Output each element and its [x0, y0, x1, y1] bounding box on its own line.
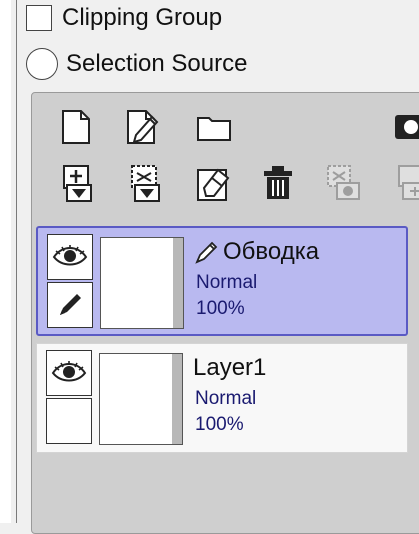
- new-linework-layer-icon: [127, 110, 159, 144]
- eye-icon: [51, 361, 87, 382]
- clipping-group-checkbox[interactable]: [26, 5, 52, 31]
- layer-thumbnail: [100, 237, 184, 329]
- add-mask-button[interactable]: [388, 161, 419, 205]
- delete-layer-icon: [264, 166, 292, 199]
- pen-icon: [60, 294, 81, 315]
- delete-layer-button[interactable]: [256, 161, 300, 205]
- apply-mask-icon: [327, 165, 360, 200]
- clear-layer-button[interactable]: [192, 161, 236, 205]
- layer-toolbar-row-1: [32, 101, 419, 157]
- layer-toolbar-row-2: [32, 157, 419, 213]
- linework-indicator[interactable]: [46, 398, 92, 444]
- selection-source-label: Selection Source: [66, 50, 248, 77]
- selection-source-radio[interactable]: [26, 48, 58, 80]
- layer-blend-mode: Normal: [196, 272, 258, 293]
- new-linework-layer-button[interactable]: [122, 105, 166, 149]
- linework-pen-icon: [195, 241, 218, 264]
- layer-opacity: 100%: [195, 414, 244, 435]
- apply-mask-button[interactable]: [322, 161, 366, 205]
- new-layer-icon: [62, 110, 90, 144]
- merge-down-icon: [131, 165, 160, 202]
- new-folder-icon: [197, 117, 231, 141]
- new-layer-button[interactable]: [54, 105, 98, 149]
- visibility-toggle[interactable]: [47, 234, 93, 280]
- mask-icon: [395, 115, 419, 139]
- linework-indicator[interactable]: [47, 282, 93, 328]
- layer-opacity: 100%: [196, 298, 245, 319]
- layer-panel: Обводка Normal 100% Layer1 Normal 100%: [31, 92, 419, 534]
- transfer-down-icon: [63, 165, 92, 202]
- add-mask-icon: [398, 165, 419, 200]
- merge-down-button[interactable]: [124, 161, 168, 205]
- window-edge: [0, 0, 11, 523]
- layer-thumbnail: [99, 353, 183, 445]
- clipping-group-option[interactable]: Clipping Group: [26, 2, 222, 34]
- layer-row-obvodka[interactable]: Обводка Normal 100%: [36, 226, 408, 336]
- layer-row-layer1[interactable]: Layer1 Normal 100%: [36, 343, 408, 453]
- layer-blend-mode: Normal: [195, 388, 257, 409]
- panel-divider: [16, 0, 17, 523]
- layer-name: Layer1: [193, 354, 266, 382]
- layer-name-text: Layer1: [193, 354, 267, 381]
- layer-name-text: Обводка: [223, 238, 320, 265]
- transfer-down-button[interactable]: [56, 161, 100, 205]
- selection-source-option[interactable]: Selection Source: [26, 48, 247, 80]
- new-folder-button[interactable]: [192, 105, 236, 149]
- clear-layer-icon: [197, 168, 230, 201]
- eye-icon: [52, 245, 88, 266]
- visibility-toggle[interactable]: [46, 350, 92, 396]
- layer-name: Обводка: [194, 238, 319, 266]
- clipping-group-label: Clipping Group: [62, 4, 223, 31]
- mask-button[interactable]: [384, 105, 419, 149]
